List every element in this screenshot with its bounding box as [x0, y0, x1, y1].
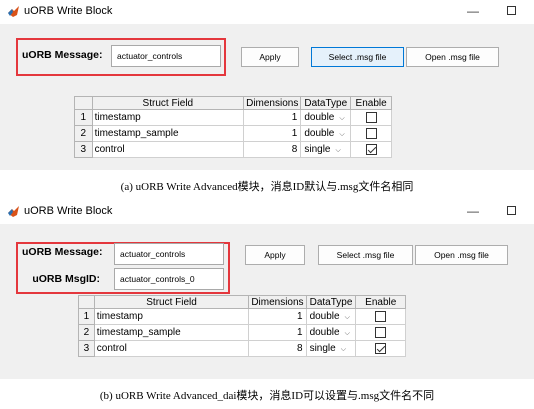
uorb-message-label: uORB Message: [22, 246, 103, 258]
enable-cell[interactable] [350, 141, 392, 158]
minimize-button[interactable]: — [463, 2, 483, 20]
apply-button[interactable]: Apply [241, 47, 299, 67]
table-row[interactable]: 2 timestamp_sample 1 double ⌵ [78, 324, 406, 341]
struct-field-cell[interactable]: timestamp [91, 109, 245, 126]
table-row[interactable]: 3 control 8 single ⌵ [74, 141, 392, 158]
open-msg-file-button[interactable]: Open .msg file [415, 245, 508, 265]
maximize-icon [507, 6, 516, 15]
enable-checkbox[interactable] [365, 111, 377, 123]
table-header-row: Struct Field Dimensions DataType Enable [78, 295, 406, 309]
row-number-header [78, 295, 95, 309]
enable-checkbox[interactable] [365, 143, 377, 155]
enable-cell[interactable] [355, 340, 406, 357]
dialog-panel-b: uORB Write Block — uORB Message: uORB Ms… [0, 200, 534, 409]
dimensions-cell[interactable]: 1 [243, 109, 302, 126]
row-number-header [74, 96, 93, 110]
figure-caption: (b) uORB Write Advanced_dai模块，消息ID可以设置与.… [99, 390, 435, 402]
chevron-down-icon: ⌵ [340, 346, 347, 353]
enable-checkbox[interactable] [375, 310, 387, 322]
uorb-message-input[interactable] [114, 243, 224, 265]
title-bar: uORB Write Block — [0, 0, 534, 24]
chevron-down-icon: ⌵ [344, 330, 350, 337]
datatype-value: double [309, 327, 340, 338]
datatype-value: double [304, 112, 335, 123]
struct-field-table[interactable]: Struct Field Dimensions DataType Enable … [78, 295, 406, 357]
select-msg-file-button[interactable]: Select .msg file [311, 47, 404, 67]
datatype-value: single [304, 144, 331, 155]
struct-field-cell[interactable]: timestamp [93, 308, 250, 325]
table-header-row: Struct Field Dimensions DataType Enable [74, 96, 392, 110]
enable-checkbox[interactable] [365, 127, 377, 139]
maximize-button[interactable] [502, 2, 522, 20]
enable-checkbox[interactable] [375, 326, 387, 338]
enable-cell[interactable] [350, 109, 392, 126]
select-msg-file-button[interactable]: Select .msg file [318, 245, 413, 265]
column-header-dimensions[interactable]: Dimensions [248, 295, 307, 309]
table-row[interactable]: 2 timestamp_sample 1 double ⌵ [74, 125, 392, 142]
dialog-panel-a: uORB Write Block — uORB Message: Apply S… [0, 0, 534, 200]
column-header-struct-field[interactable]: Struct Field [93, 295, 250, 309]
matlab-logo-icon [8, 206, 19, 217]
datatype-dropdown[interactable]: single ⌵ [305, 340, 357, 357]
maximize-icon [507, 206, 516, 215]
datatype-dropdown[interactable]: double ⌵ [300, 109, 352, 126]
datatype-dropdown[interactable]: single ⌵ [300, 141, 352, 158]
window-title: uORB Write Block [24, 205, 113, 217]
uorb-message-label: uORB Message: [22, 49, 103, 61]
table-row[interactable]: 1 timestamp 1 double ⌵ [78, 308, 406, 325]
row-number: 2 [74, 125, 93, 142]
dimensions-cell[interactable]: 8 [248, 340, 307, 357]
row-number: 1 [74, 109, 93, 126]
column-header-enable[interactable]: Enable [355, 295, 406, 309]
column-header-struct-field[interactable]: Struct Field [91, 96, 245, 110]
row-number: 2 [78, 324, 95, 341]
table-row[interactable]: 1 timestamp 1 double ⌵ [74, 109, 392, 126]
row-number: 3 [78, 340, 95, 357]
dimensions-cell[interactable]: 1 [243, 125, 302, 142]
struct-field-table[interactable]: Struct Field Dimensions DataType Enable … [74, 96, 392, 158]
title-bar: uORB Write Block — [0, 200, 534, 224]
datatype-dropdown[interactable]: double ⌵ [300, 125, 352, 142]
struct-field-cell[interactable]: control [93, 340, 250, 357]
row-number: 3 [74, 141, 93, 158]
struct-field-cell[interactable]: timestamp_sample [91, 125, 245, 142]
uorb-msgid-input[interactable] [114, 268, 224, 290]
minimize-button[interactable]: — [463, 202, 483, 220]
window-title: uORB Write Block [24, 5, 113, 17]
datatype-value: single [309, 343, 336, 354]
matlab-logo-icon [8, 6, 19, 17]
enable-cell[interactable] [355, 308, 406, 325]
enable-cell[interactable] [355, 324, 406, 341]
chevron-down-icon: ⌵ [335, 147, 341, 154]
table-row[interactable]: 3 control 8 single ⌵ [78, 340, 406, 357]
dimensions-cell[interactable]: 1 [248, 308, 307, 325]
apply-button[interactable]: Apply [245, 245, 305, 265]
chevron-down-icon: ⌵ [339, 131, 345, 138]
struct-field-cell[interactable]: timestamp_sample [93, 324, 250, 341]
struct-field-cell[interactable]: control [91, 141, 245, 158]
datatype-value: double [309, 311, 340, 322]
datatype-dropdown[interactable]: double ⌵ [305, 308, 357, 325]
column-header-datatype[interactable]: DataType [300, 96, 352, 110]
dimensions-cell[interactable]: 1 [248, 324, 307, 341]
uorb-msgid-label: uORB MsgID: [32, 273, 100, 285]
chevron-down-icon: ⌵ [344, 314, 350, 321]
enable-cell[interactable] [350, 125, 392, 142]
uorb-message-input[interactable] [111, 45, 221, 67]
open-msg-file-button[interactable]: Open .msg file [406, 47, 499, 67]
datatype-dropdown[interactable]: double ⌵ [305, 324, 357, 341]
chevron-down-icon: ⌵ [339, 115, 345, 122]
maximize-button[interactable] [502, 202, 522, 220]
column-header-enable[interactable]: Enable [350, 96, 392, 110]
column-header-dimensions[interactable]: Dimensions [243, 96, 302, 110]
column-header-datatype[interactable]: DataType [305, 295, 357, 309]
figure-caption: (a) uORB Write Advanced模块，消息ID默认与.msg文件名… [120, 181, 414, 193]
dimensions-cell[interactable]: 8 [243, 141, 302, 158]
datatype-value: double [304, 128, 335, 139]
row-number: 1 [78, 308, 95, 325]
enable-checkbox[interactable] [375, 342, 387, 354]
